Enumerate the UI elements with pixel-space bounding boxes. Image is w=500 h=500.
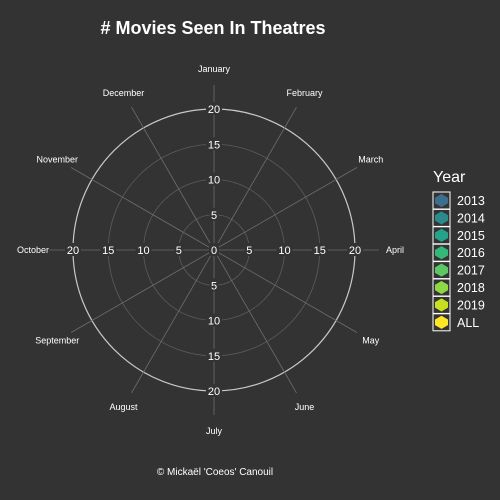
month-label: September <box>35 336 79 346</box>
radial-tick-label: 15 <box>208 351 220 363</box>
chart-title: # Movies Seen In Theatres <box>100 18 325 38</box>
radial-tick-label: 15 <box>102 245 114 257</box>
grid-spoke <box>213 167 358 251</box>
month-label: July <box>206 426 223 436</box>
month-label: June <box>295 402 315 412</box>
radial-tick-label: 5 <box>176 245 182 257</box>
month-label: March <box>358 155 383 165</box>
radial-tick-label: 5 <box>246 245 252 257</box>
radial-tick-label: 10 <box>278 245 290 257</box>
grid-spoke <box>131 106 215 251</box>
radial-tick-label: 10 <box>208 175 220 187</box>
legend-label-2014: 2014 <box>457 211 485 225</box>
month-label: January <box>198 64 231 74</box>
radial-tick-label: 20 <box>208 386 220 398</box>
radial-tick-label: 20 <box>208 104 220 116</box>
legend-label-2013: 2013 <box>457 194 485 208</box>
radial-tick-label: 10 <box>208 316 220 328</box>
grid-spoke <box>131 249 215 394</box>
grid-spoke <box>213 106 297 251</box>
month-label: October <box>17 245 49 255</box>
grid-spoke <box>213 249 358 333</box>
month-label: April <box>386 245 404 255</box>
radial-tick-label: 15 <box>208 139 220 151</box>
legend: Year 2013 2014 2015 2016 2017 2018 2019 ALL <box>432 169 500 333</box>
grid-spoke <box>70 249 215 333</box>
radial-tick-label: 20 <box>349 245 361 257</box>
month-label: August <box>109 402 138 412</box>
grid-spoke <box>213 249 297 394</box>
legend-label-2017: 2017 <box>457 264 485 278</box>
legend-label-2015: 2015 <box>457 229 485 243</box>
radial-tick-label: 0 <box>211 245 217 257</box>
month-label: February <box>286 88 323 98</box>
legend-label-2018: 2018 <box>457 281 485 295</box>
legend-label-all: ALL <box>457 316 479 330</box>
month-label: November <box>36 155 78 165</box>
legend-label-2016: 2016 <box>457 246 485 260</box>
legend-title: Year <box>433 169 466 186</box>
radial-tick-label: 5 <box>211 280 217 292</box>
chart-caption: © Mickaël 'Coeos' Canouil <box>157 467 273 478</box>
grid-spoke <box>70 167 215 251</box>
radial-tick-label: 10 <box>137 245 149 257</box>
radial-tick-label: 20 <box>67 245 79 257</box>
radial-tick-label: 5 <box>211 210 217 222</box>
legend-label-2019: 2019 <box>457 298 485 312</box>
radar-chart: # Movies Seen In Theatres January Februar… <box>17 18 500 478</box>
radial-tick-label: 15 <box>314 245 326 257</box>
month-label: December <box>103 88 145 98</box>
month-label: May <box>362 336 380 346</box>
